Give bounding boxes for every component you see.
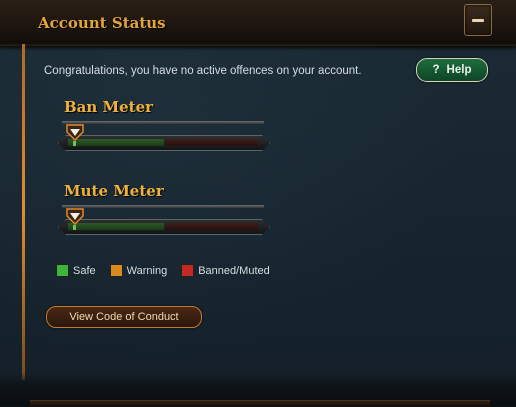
legend-item-warning: Warning [109, 264, 168, 277]
meter-rail [62, 121, 264, 124]
legend-swatch [56, 264, 69, 277]
legend-item-safe: Safe [56, 264, 96, 277]
panel-title: Account Status [38, 14, 166, 32]
meter-marker-icon [66, 124, 84, 142]
header-shadow [0, 44, 516, 50]
legend-label: Warning [126, 264, 168, 277]
ban-meter [56, 121, 270, 151]
collapse-button[interactable] [464, 4, 492, 36]
help-button-label: Help [446, 64, 472, 76]
meter-banned-segment [166, 139, 258, 146]
question-mark-icon: ? [432, 64, 440, 76]
legend-label: Banned/Muted [198, 264, 270, 277]
mute-meter [56, 205, 270, 235]
legend-item-banned-muted: Banned/Muted [181, 264, 270, 277]
meter-marker-icon [66, 208, 84, 226]
account-status-panel: Account Status Congratulations, you have… [0, 0, 516, 407]
status-message: Congratulations, you have no active offe… [44, 65, 362, 77]
mute-meter-title: Mute Meter [64, 182, 164, 200]
minus-icon [472, 19, 484, 22]
meter-legend: Safe Warning Banned/Muted [56, 264, 270, 277]
legend-swatch [109, 264, 123, 277]
meter-muted-segment [166, 223, 258, 230]
panel-header: Account Status [0, 0, 516, 46]
legend-label: Safe [73, 264, 96, 277]
legend-swatch [181, 264, 195, 277]
view-code-of-conduct-button[interactable]: View Code of Conduct [46, 306, 202, 328]
left-frame-border [22, 44, 25, 380]
help-button[interactable]: ? Help [416, 58, 488, 82]
meter-rail [62, 205, 264, 208]
ban-meter-title: Ban Meter [64, 98, 154, 116]
